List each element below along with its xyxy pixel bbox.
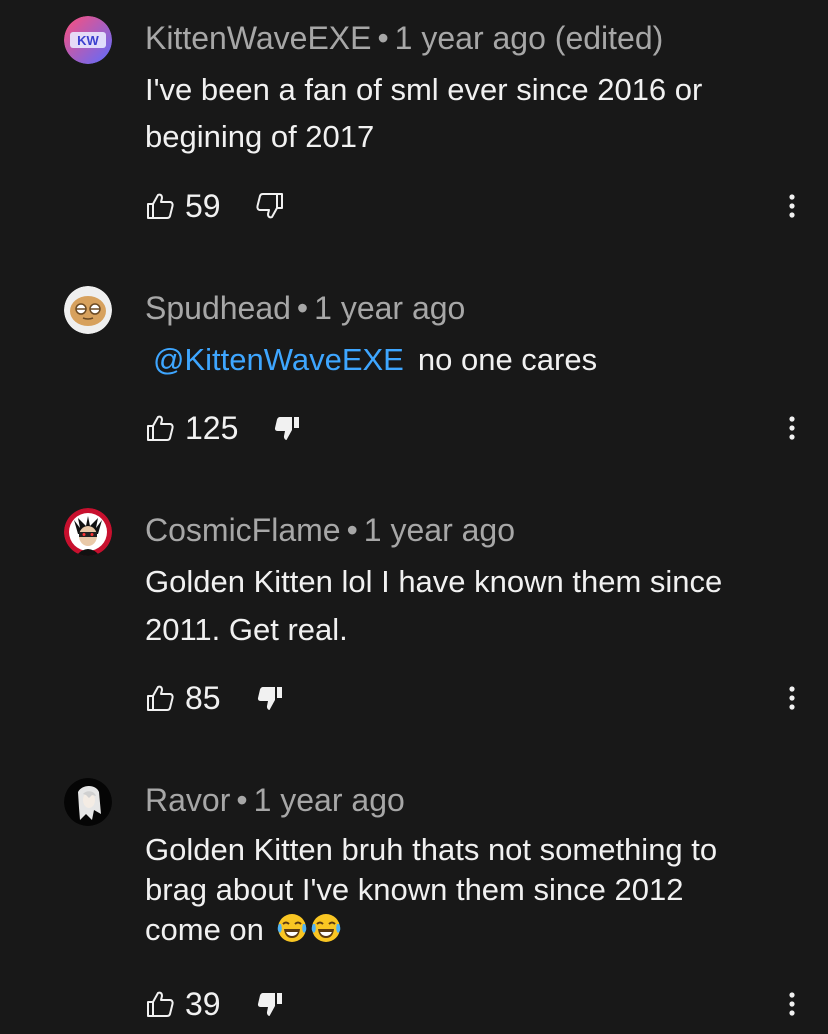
comment-text: I've been a fan of sml ever since 2016 o… bbox=[145, 66, 795, 160]
comment-line: brag about I've known them since 2012 bbox=[145, 872, 684, 907]
avatar[interactable] bbox=[64, 508, 112, 556]
more-options-icon[interactable] bbox=[780, 186, 804, 226]
comment-line: I've been a fan of sml ever since 2016 o… bbox=[145, 72, 703, 107]
more-options-icon[interactable] bbox=[780, 408, 804, 448]
comment-line: 2011. Get real. bbox=[145, 612, 348, 647]
separator: • bbox=[346, 512, 358, 548]
separator: • bbox=[377, 20, 389, 56]
timestamp[interactable]: 1 year ago (edited) bbox=[395, 20, 664, 56]
comment-line: Golden Kitten bruh thats not something t… bbox=[145, 832, 718, 867]
more-options-icon[interactable] bbox=[780, 678, 804, 718]
comment-line: begining of 2017 bbox=[145, 119, 375, 154]
timestamp[interactable]: 1 year ago bbox=[364, 512, 515, 548]
separator: • bbox=[296, 290, 309, 326]
avatar-image bbox=[64, 286, 112, 334]
author-name[interactable]: KittenWaveEXE bbox=[145, 20, 371, 56]
mention-link[interactable]: @KittenWaveEXE bbox=[153, 342, 404, 377]
thumbs-down-filled-icon[interactable] bbox=[272, 413, 302, 443]
like-count: 39 bbox=[185, 985, 221, 1022]
like-count: 125 bbox=[185, 409, 239, 446]
like-count: 59 bbox=[185, 187, 221, 224]
thumbs-up-icon[interactable] bbox=[145, 989, 175, 1019]
comment-actions: 59 bbox=[145, 186, 285, 226]
timestamp[interactable]: 1 year ago bbox=[254, 782, 405, 818]
thumbs-up-icon[interactable] bbox=[145, 191, 175, 221]
comment-actions: 125 bbox=[145, 408, 302, 448]
comment-header: Ravor • 1 year ago bbox=[145, 780, 405, 820]
like-count: 85 bbox=[185, 679, 221, 716]
thumbs-down-filled-icon[interactable] bbox=[255, 683, 285, 713]
thumbs-down-filled-icon[interactable] bbox=[255, 989, 285, 1019]
comment-text: @KittenWaveEXE no one cares bbox=[153, 340, 803, 380]
comment-line-last: come on bbox=[145, 910, 795, 950]
author-name[interactable]: Ravor bbox=[145, 782, 230, 818]
comment-actions: 39 bbox=[145, 984, 285, 1024]
avatar-image bbox=[64, 508, 112, 556]
comment-header: Spudhead • 1 year ago bbox=[145, 288, 465, 328]
thumbs-up-icon[interactable] bbox=[145, 413, 175, 443]
avatar[interactable] bbox=[64, 778, 112, 826]
comment-header: KittenWaveEXE • 1 year ago (edited) bbox=[145, 18, 663, 58]
separator: • bbox=[236, 782, 248, 818]
avatar-image: KW bbox=[64, 16, 112, 64]
avatar[interactable]: KW bbox=[64, 16, 112, 64]
comment-text: Golden Kitten lol I have known them sinc… bbox=[145, 558, 795, 654]
face-with-tears-of-joy-icon bbox=[277, 914, 307, 942]
avatar-image bbox=[64, 778, 112, 826]
face-with-tears-of-joy-icon bbox=[311, 914, 341, 942]
thumbs-down-icon[interactable] bbox=[255, 191, 285, 221]
timestamp[interactable]: 1 year ago bbox=[314, 290, 465, 326]
comment-line: no one cares bbox=[417, 342, 598, 377]
comment-header: CosmicFlame • 1 year ago bbox=[145, 510, 515, 550]
author-name[interactable]: Spudhead bbox=[145, 290, 291, 326]
comment-line: come on bbox=[145, 912, 264, 947]
author-name[interactable]: CosmicFlame bbox=[145, 512, 341, 548]
more-options-icon[interactable] bbox=[780, 984, 804, 1024]
avatar-text: KW bbox=[77, 33, 99, 48]
avatar[interactable] bbox=[64, 286, 112, 334]
thumbs-up-icon[interactable] bbox=[145, 683, 175, 713]
comment-text: Golden Kitten bruh thats not something t… bbox=[145, 830, 795, 950]
comment-actions: 85 bbox=[145, 678, 285, 718]
comment-line: Golden Kitten lol I have known them sinc… bbox=[145, 564, 723, 599]
